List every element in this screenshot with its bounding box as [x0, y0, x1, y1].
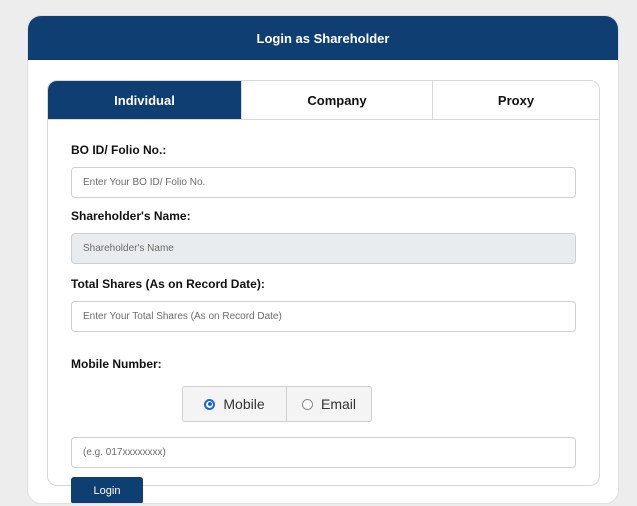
mobile-radio[interactable]: [204, 398, 216, 410]
email-radio[interactable]: [301, 398, 313, 410]
bo-id-label: BO ID/ Folio No.:: [71, 143, 167, 157]
tab-proxy[interactable]: Proxy: [433, 81, 599, 119]
mobile-number-input[interactable]: [71, 437, 576, 468]
tab-individual[interactable]: Individual: [48, 81, 242, 119]
login-card: Login as Shareholder Individual Company …: [27, 15, 619, 504]
tab-company[interactable]: Company: [242, 81, 433, 119]
login-button[interactable]: Login: [71, 477, 143, 503]
page-title: Login as Shareholder: [256, 30, 390, 46]
email-option[interactable]: Email: [287, 387, 371, 421]
shareholder-name-input: [71, 233, 576, 264]
total-shares-label: Total Shares (As on Record Date):: [71, 277, 265, 291]
contact-type-toggle: Mobile Email: [182, 386, 372, 422]
login-panel: Individual Company Proxy BO ID/ Folio No…: [47, 80, 600, 503]
shareholder-name-label: Shareholder's Name:: [71, 209, 191, 223]
contact-type-label: Mobile Number:: [71, 357, 162, 371]
mobile-option[interactable]: Mobile: [183, 387, 287, 421]
email-option-label: Email: [320, 396, 356, 412]
bo-id-input[interactable]: [71, 167, 576, 198]
card-header: Login as Shareholder: [28, 16, 618, 60]
tab-bar: Individual Company Proxy: [48, 81, 599, 120]
total-shares-input[interactable]: [71, 301, 576, 332]
mobile-option-label: Mobile: [223, 396, 265, 412]
